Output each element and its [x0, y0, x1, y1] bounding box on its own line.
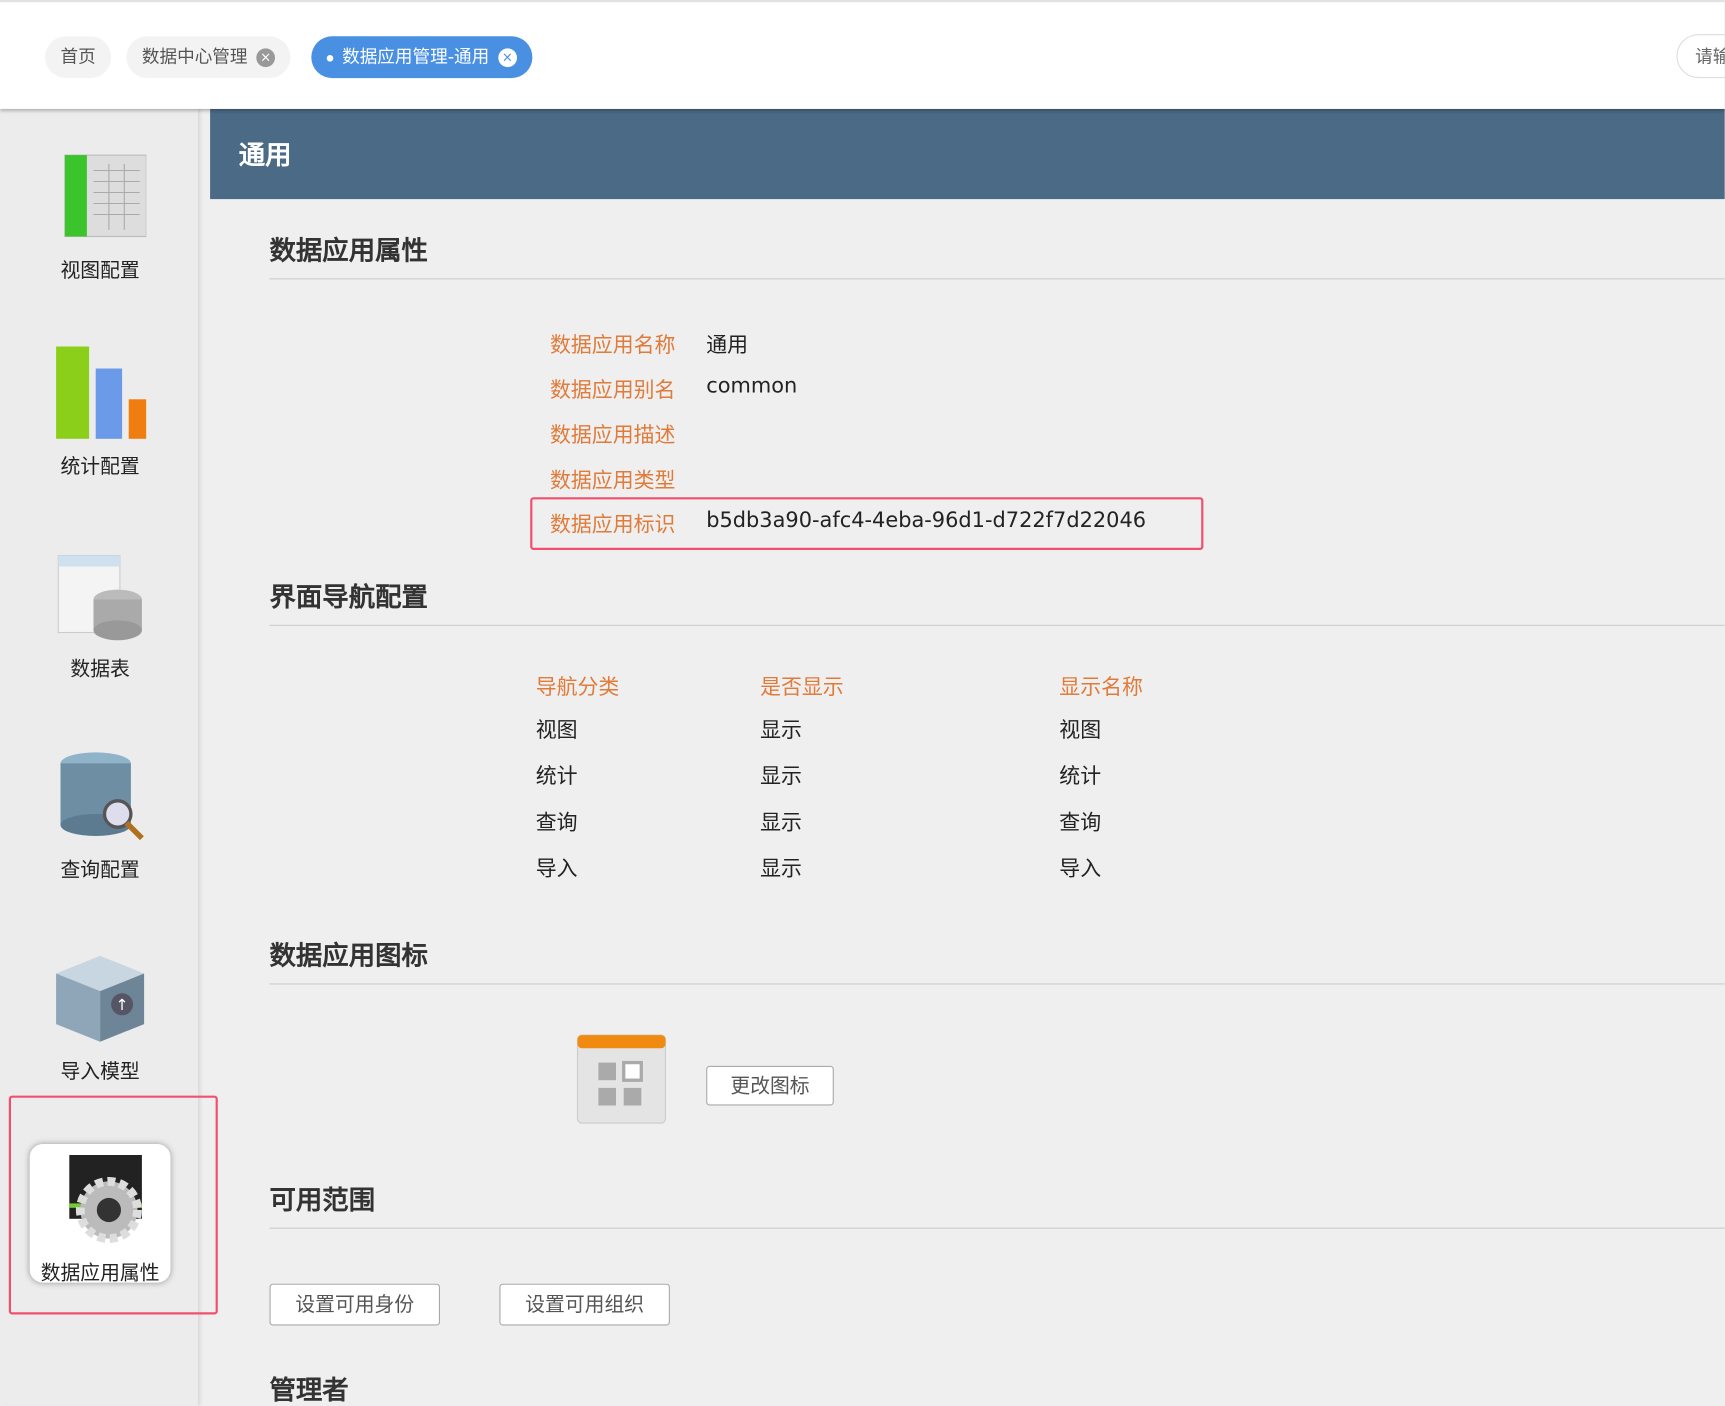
- sidebar-item-import-model[interactable]: ↑ 导入模型: [26, 952, 173, 1095]
- attr-label: 数据应用描述: [550, 423, 676, 448]
- tab-data-app-common[interactable]: 数据应用管理-通用 ×: [311, 36, 533, 79]
- sidebar-item-label: 数据表: [70, 657, 130, 681]
- attr-label: 数据应用别名: [550, 378, 676, 403]
- nav-cell: 统计: [535, 764, 578, 789]
- nav-header: 显示名称: [1059, 675, 1143, 700]
- section-heading-admin: 管理者: [269, 1375, 349, 1406]
- section-heading-icon: 数据应用图标: [269, 934, 1725, 985]
- sidebar-item-view-config[interactable]: 视图配置: [26, 151, 173, 294]
- attr-value: common: [706, 374, 798, 399]
- section-heading-attributes: 数据应用属性: [269, 229, 1725, 280]
- close-icon[interactable]: ×: [498, 48, 517, 68]
- sidebar-item-stats-config[interactable]: 统计配置: [26, 346, 173, 490]
- nav-cell: 视图: [1059, 718, 1102, 743]
- sidebar-item-label: 统计配置: [60, 455, 140, 479]
- nav-cell: 查询: [1059, 810, 1102, 835]
- import-box-icon: ↑: [56, 955, 145, 1042]
- sidebar-item-label: 视图配置: [60, 259, 140, 283]
- nav-cell: 统计: [1059, 764, 1102, 789]
- nav-cell: 显示: [760, 718, 802, 743]
- page-title: 通用: [210, 108, 1725, 200]
- search-input[interactable]: 请输: [1676, 34, 1725, 79]
- nav-cell: 显示: [760, 764, 802, 789]
- top-tab-bar: 首页 数据中心管理 × 数据应用管理-通用 × 请输: [0, 0, 1725, 109]
- highlight-box: [530, 497, 1204, 550]
- nav-cell: 查询: [535, 810, 578, 835]
- set-organization-button[interactable]: 设置可用组织: [499, 1283, 670, 1326]
- nav-cell: 导入: [535, 856, 578, 882]
- attr-label: 数据应用类型: [550, 468, 676, 493]
- view-config-icon: [64, 154, 147, 238]
- section-heading-scope: 可用范围: [269, 1178, 1725, 1229]
- svg-text:↑: ↑: [116, 996, 129, 1014]
- nav-cell: 导入: [1059, 856, 1102, 882]
- tab-label: 首页: [60, 46, 96, 68]
- nav-cell: 显示: [760, 810, 802, 835]
- attr-value: 通用: [706, 333, 749, 358]
- tab-home[interactable]: 首页: [45, 36, 112, 79]
- nav-header: 导航分类: [535, 675, 620, 700]
- attr-label: 数据应用名称: [550, 333, 676, 358]
- sidebar: 视图配置 统计配置 数据表 查询配置 ↑ 导入模型 数据应用属性: [0, 106, 218, 1406]
- sidebar-item-query-config[interactable]: 查询配置: [26, 750, 173, 893]
- sidebar-item-label: 导入模型: [60, 1060, 140, 1084]
- tab-label: 数据中心管理: [141, 46, 248, 68]
- sidebar-item-label: 查询配置: [60, 859, 140, 883]
- change-icon-button[interactable]: 更改图标: [706, 1065, 834, 1106]
- nav-header: 是否显示: [760, 675, 844, 700]
- set-identity-button[interactable]: 设置可用身份: [269, 1283, 440, 1326]
- active-dot-icon: [326, 54, 334, 62]
- tab-data-center[interactable]: 数据中心管理 ×: [126, 36, 291, 79]
- section-heading-nav: 界面导航配置: [269, 575, 1725, 626]
- bar-chart-icon: [56, 346, 147, 439]
- close-icon[interactable]: ×: [256, 48, 276, 68]
- app-grid-icon: [576, 1034, 667, 1124]
- highlight-box: [8, 1095, 218, 1315]
- database-search-icon: [60, 752, 144, 841]
- data-table-icon: [57, 554, 142, 641]
- nav-cell: 视图: [535, 718, 578, 743]
- sidebar-item-data-table[interactable]: 数据表: [26, 549, 173, 692]
- nav-cell: 显示: [760, 856, 802, 882]
- tab-label: 数据应用管理-通用: [342, 46, 490, 68]
